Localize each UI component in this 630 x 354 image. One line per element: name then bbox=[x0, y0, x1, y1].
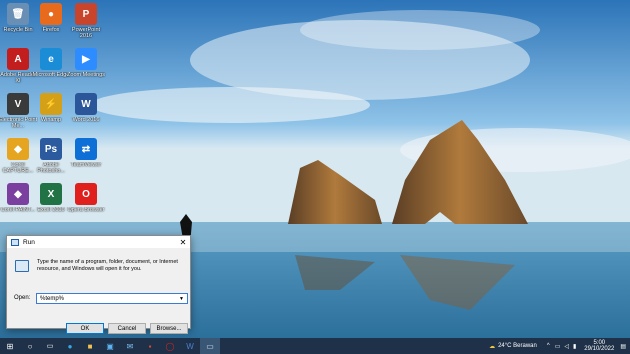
desktop-icon[interactable]: W Word 2016 bbox=[68, 93, 104, 137]
desktop-icon[interactable]: Ps Adobe Photosho... bbox=[33, 138, 69, 182]
run-taskbar-icon[interactable]: ▭ bbox=[200, 338, 220, 354]
run-titlebar: Run ✕ bbox=[7, 236, 190, 248]
desktop-icon[interactable]: ▶ Zoom Meetings bbox=[67, 48, 105, 92]
desktop-icon-label: Firefox bbox=[42, 27, 60, 33]
notification-icon[interactable]: ▤ bbox=[620, 343, 626, 350]
search-icon[interactable]: ○ bbox=[20, 338, 40, 354]
desktop-icon[interactable]: e Microsoft Edge bbox=[33, 48, 69, 92]
run-icon bbox=[11, 238, 19, 246]
word-icon[interactable]: W bbox=[180, 338, 200, 354]
desktop-icon-label: TeamViewer bbox=[70, 162, 102, 168]
desktop-icon-label: Word 2016 bbox=[72, 117, 100, 123]
app-icon: A bbox=[7, 48, 29, 70]
opera-icon[interactable]: ◯ bbox=[160, 338, 180, 354]
chevron-up-icon[interactable]: ^ bbox=[547, 343, 550, 349]
volume-icon[interactable]: ◁ bbox=[564, 343, 569, 350]
edge-icon[interactable]: ● bbox=[60, 338, 80, 354]
run-title: Run bbox=[23, 238, 35, 246]
close-icon[interactable]: ✕ bbox=[176, 238, 190, 247]
app-icon: ⚡ bbox=[40, 93, 62, 115]
app-icon: V bbox=[7, 93, 29, 115]
desktop-icon[interactable]: 🗑 Recycle Bin bbox=[0, 3, 36, 47]
app-icon: ◆ bbox=[7, 183, 29, 205]
app-icon: Ps bbox=[40, 138, 62, 160]
desktop-icon-label: PowerPoint 2016 bbox=[71, 27, 101, 39]
run-dialog: Run ✕ Type the name of a program, folder… bbox=[6, 235, 191, 334]
taskbar: ⊞ ○ ▭ ● ■ ▣ ✉ ▪ ◯ W ▭ ☁ 24°C Berawan ^ ▭… bbox=[0, 338, 630, 354]
desktop-icon[interactable]: ● Firefox bbox=[33, 3, 69, 47]
ok-button[interactable]: OK bbox=[66, 323, 104, 334]
run-program-icon bbox=[15, 260, 29, 272]
run-description: Type the name of a program, folder, docu… bbox=[37, 259, 178, 272]
mail-icon[interactable]: ✉ bbox=[120, 338, 140, 354]
start-icon[interactable]: ⊞ bbox=[0, 338, 20, 354]
app-icon: ⇄ bbox=[75, 138, 97, 160]
desktop-icon[interactable]: P PowerPoint 2016 bbox=[68, 3, 104, 47]
app-icon: ● bbox=[40, 3, 62, 25]
cancel-button[interactable]: Cancel bbox=[108, 323, 146, 334]
app-icon: O bbox=[75, 183, 97, 205]
app-icon: e bbox=[40, 48, 62, 70]
desktop-icon-label: Opera Browser bbox=[67, 207, 105, 213]
weather-text[interactable]: 24°C Berawan bbox=[498, 343, 537, 349]
app-icon: 🗑 bbox=[7, 3, 29, 25]
desktop-icon[interactable]: ⇄ TeamViewer bbox=[68, 138, 104, 182]
desktop-icon-label: Zoom Meetings bbox=[67, 72, 105, 78]
network-icon[interactable]: ▭ bbox=[555, 343, 561, 350]
desktop-icon-label: Winamp bbox=[40, 117, 62, 123]
open-input-value: %temp% bbox=[40, 295, 65, 302]
clock-date: 29/10/2022 bbox=[584, 346, 615, 352]
clock[interactable]: 5:00 29/10/2022 bbox=[584, 340, 614, 353]
open-input[interactable]: %temp% ▼ bbox=[36, 293, 188, 304]
desktop-icon-label: Excel 2016 bbox=[37, 207, 65, 213]
file-explorer-icon[interactable]: ■ bbox=[80, 338, 100, 354]
open-label: Open: bbox=[14, 295, 31, 301]
app-icon: P bbox=[75, 3, 97, 25]
system-tray: ☁ 24°C Berawan ^ ▭ ◁ ▮ 5:00 29/10/2022 ▤ bbox=[489, 338, 630, 354]
battery-icon[interactable]: ▮ bbox=[573, 343, 576, 350]
desktop-icon[interactable]: A Adobe Reader XI bbox=[0, 48, 36, 92]
desktop-icon[interactable]: ◆ Corel PAINT... bbox=[0, 183, 36, 227]
task-view-icon[interactable]: ▭ bbox=[40, 338, 60, 354]
desktop-icon-label: Adobe Photosho... bbox=[37, 162, 65, 174]
weather-icon[interactable]: ☁ bbox=[489, 343, 495, 350]
store-icon[interactable]: ▣ bbox=[100, 338, 120, 354]
run-body: Type the name of a program, folder, docu… bbox=[7, 248, 190, 334]
browse-button[interactable]: Browse... bbox=[150, 323, 188, 334]
chevron-down-icon[interactable]: ▼ bbox=[179, 296, 184, 302]
desktop-icon[interactable]: V Electronic Point Me... bbox=[0, 93, 37, 137]
desktop-icon[interactable]: X Excel 2016 bbox=[33, 183, 69, 227]
app-icon: ◆ bbox=[7, 138, 29, 160]
desktop-icon[interactable]: ⚡ Winamp bbox=[33, 93, 69, 137]
desktop-icon-label: Microsoft Edge bbox=[32, 72, 70, 78]
app-icon: ▶ bbox=[75, 48, 97, 70]
office-icon[interactable]: ▪ bbox=[140, 338, 160, 354]
app-icon: X bbox=[40, 183, 62, 205]
desktop-icon[interactable]: O Opera Browser bbox=[67, 183, 105, 227]
desktop-icon[interactable]: ◆ Corel CAPTURE... bbox=[0, 138, 36, 182]
app-icon: W bbox=[75, 93, 97, 115]
